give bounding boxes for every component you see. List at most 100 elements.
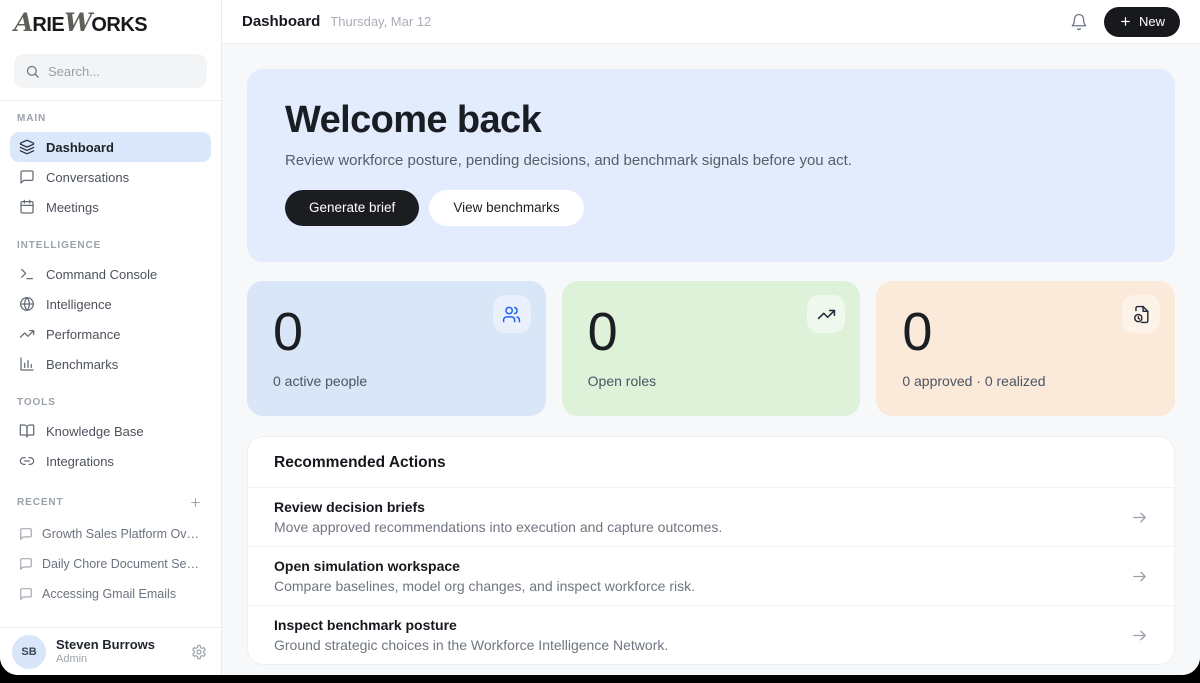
link-icon bbox=[19, 453, 35, 469]
action-description: Move approved recommendations into execu… bbox=[274, 519, 1115, 535]
trending-up-icon bbox=[807, 295, 845, 333]
logo-text-orks: ORKS bbox=[91, 15, 147, 35]
search-icon bbox=[25, 64, 40, 79]
nav-section-main: Main Dashboard Conversations bbox=[10, 113, 211, 222]
sidebar-item-label: Conversations bbox=[46, 170, 129, 185]
hero-title: Welcome back bbox=[285, 98, 1137, 144]
sidebar-item-label: Meetings bbox=[46, 200, 99, 215]
recent-item-label: Growth Sales Platform Overview bbox=[42, 527, 202, 541]
page-date: Thursday, Mar 12 bbox=[330, 14, 431, 29]
terminal-icon bbox=[19, 266, 35, 282]
sidebar-item-intelligence[interactable]: Intelligence bbox=[10, 289, 211, 319]
hero-subtitle: Review workforce posture, pending decisi… bbox=[285, 152, 1137, 169]
logo-text-rie: RIE bbox=[32, 15, 64, 35]
hero-buttons: Generate brief View benchmarks bbox=[285, 190, 1137, 226]
arrow-right-icon[interactable] bbox=[1131, 568, 1148, 585]
view-benchmarks-button[interactable]: View benchmarks bbox=[429, 190, 583, 226]
sidebar-item-conversations[interactable]: Conversations bbox=[10, 162, 211, 192]
sidebar-item-label: Knowledge Base bbox=[46, 424, 144, 439]
recent-item[interactable]: Daily Chore Document Search ... bbox=[10, 549, 211, 579]
logo-letter-a: A bbox=[14, 10, 32, 35]
action-texts: Open simulation workspace Compare baseli… bbox=[274, 558, 1115, 594]
sidebar-item-performance[interactable]: Performance bbox=[10, 319, 211, 349]
action-texts: Inspect benchmark posture Ground strateg… bbox=[274, 617, 1115, 653]
nav-section-intelligence: Intelligence Command Console Intelligenc… bbox=[10, 240, 211, 379]
sidebar-item-integrations[interactable]: Integrations bbox=[10, 446, 211, 476]
search-box[interactable] bbox=[14, 54, 207, 88]
sidebar-item-label: Command Console bbox=[46, 267, 157, 282]
stat-label: 0 active people bbox=[273, 373, 520, 389]
section-label-intelligence: Intelligence bbox=[17, 240, 204, 251]
dashboard-content: Welcome back Review workforce posture, p… bbox=[222, 44, 1200, 675]
topbar: Dashboard Thursday, Mar 12 New bbox=[222, 0, 1200, 44]
recommended-actions-title: Recommended Actions bbox=[248, 437, 1174, 487]
stat-card-open-roles: 0 Open roles bbox=[562, 281, 861, 416]
new-button-label: New bbox=[1139, 14, 1165, 29]
stat-card-approved-realized: 0 0 approved · 0 realized bbox=[876, 281, 1175, 416]
search-area bbox=[0, 44, 221, 101]
sidebar-item-label: Performance bbox=[46, 327, 120, 342]
action-row-open-simulation-workspace[interactable]: Open simulation workspace Compare baseli… bbox=[248, 546, 1174, 605]
user-footer[interactable]: SB Steven Burrows Admin bbox=[0, 627, 221, 675]
main-area: Dashboard Thursday, Mar 12 New Welcome b… bbox=[222, 0, 1200, 675]
bar-chart-icon bbox=[19, 356, 35, 372]
section-label-main: Main bbox=[17, 113, 204, 124]
message-icon bbox=[19, 527, 33, 541]
layers-icon bbox=[19, 139, 35, 155]
action-title: Inspect benchmark posture bbox=[274, 617, 1115, 633]
avatar: SB bbox=[12, 635, 46, 669]
trending-up-icon bbox=[19, 326, 35, 342]
sidebar-nav: Main Dashboard Conversations bbox=[0, 101, 221, 627]
action-row-inspect-benchmark-posture[interactable]: Inspect benchmark posture Ground strateg… bbox=[248, 605, 1174, 664]
stat-label: Open roles bbox=[588, 373, 835, 389]
sidebar-item-benchmarks[interactable]: Benchmarks bbox=[10, 349, 211, 379]
action-title: Open simulation workspace bbox=[274, 558, 1115, 574]
sidebar-item-label: Integrations bbox=[46, 454, 114, 469]
stat-label: 0 approved · 0 realized bbox=[902, 373, 1149, 389]
arrow-right-icon[interactable] bbox=[1131, 627, 1148, 644]
calendar-icon bbox=[19, 199, 35, 215]
bell-icon[interactable] bbox=[1070, 13, 1088, 31]
user-name: Steven Burrows bbox=[56, 637, 181, 653]
stat-card-active-people: 0 0 active people bbox=[247, 281, 546, 416]
generate-brief-button[interactable]: Generate brief bbox=[285, 190, 419, 226]
logo-row: ARIEWORKS bbox=[0, 0, 221, 44]
arieworks-logo: ARIEWORKS bbox=[14, 10, 147, 35]
logo-letter-w: W bbox=[64, 10, 91, 35]
recent-item[interactable]: Accessing Gmail Emails bbox=[10, 579, 211, 609]
sidebar-item-knowledge-base[interactable]: Knowledge Base bbox=[10, 416, 211, 446]
sidebar-item-meetings[interactable]: Meetings bbox=[10, 192, 211, 222]
gear-icon[interactable] bbox=[191, 644, 207, 660]
book-open-icon bbox=[19, 423, 35, 439]
recommended-actions-card: Recommended Actions Review decision brie… bbox=[247, 436, 1175, 665]
app-window: ARIEWORKS Main Dashboard bbox=[0, 0, 1200, 675]
welcome-hero-card: Welcome back Review workforce posture, p… bbox=[247, 69, 1175, 262]
add-recent-button[interactable] bbox=[187, 494, 204, 511]
user-meta: Steven Burrows Admin bbox=[56, 637, 181, 667]
action-row-review-decision-briefs[interactable]: Review decision briefs Move approved rec… bbox=[248, 487, 1174, 546]
recent-item-label: Daily Chore Document Search ... bbox=[42, 557, 202, 571]
nav-section-recent: Recent Growth Sales Platform Overview D bbox=[10, 494, 211, 609]
message-icon bbox=[19, 557, 33, 571]
search-input[interactable] bbox=[48, 64, 196, 79]
plus-icon bbox=[1119, 15, 1132, 28]
sidebar-item-label: Intelligence bbox=[46, 297, 112, 312]
stat-cards-row: 0 0 active people 0 Open roles 0 0 appro… bbox=[247, 281, 1175, 416]
section-label-tools: Tools bbox=[17, 397, 204, 408]
sidebar-item-command-console[interactable]: Command Console bbox=[10, 259, 211, 289]
user-role: Admin bbox=[56, 653, 181, 667]
section-label-recent: Recent bbox=[17, 497, 64, 508]
topbar-right: New bbox=[1070, 7, 1180, 37]
new-button[interactable]: New bbox=[1104, 7, 1180, 37]
sidebar-item-dashboard[interactable]: Dashboard bbox=[10, 132, 211, 162]
recent-item[interactable]: Growth Sales Platform Overview bbox=[10, 519, 211, 549]
recent-header: Recent bbox=[17, 494, 204, 511]
nav-section-tools: Tools Knowledge Base Integrations bbox=[10, 397, 211, 476]
message-icon bbox=[19, 169, 35, 185]
sidebar-item-label: Dashboard bbox=[46, 140, 114, 155]
page-title: Dashboard bbox=[242, 13, 320, 30]
recent-item-label: Accessing Gmail Emails bbox=[42, 587, 176, 601]
action-description: Ground strategic choices in the Workforc… bbox=[274, 637, 1115, 653]
arrow-right-icon[interactable] bbox=[1131, 509, 1148, 526]
action-description: Compare baselines, model org changes, an… bbox=[274, 578, 1115, 594]
